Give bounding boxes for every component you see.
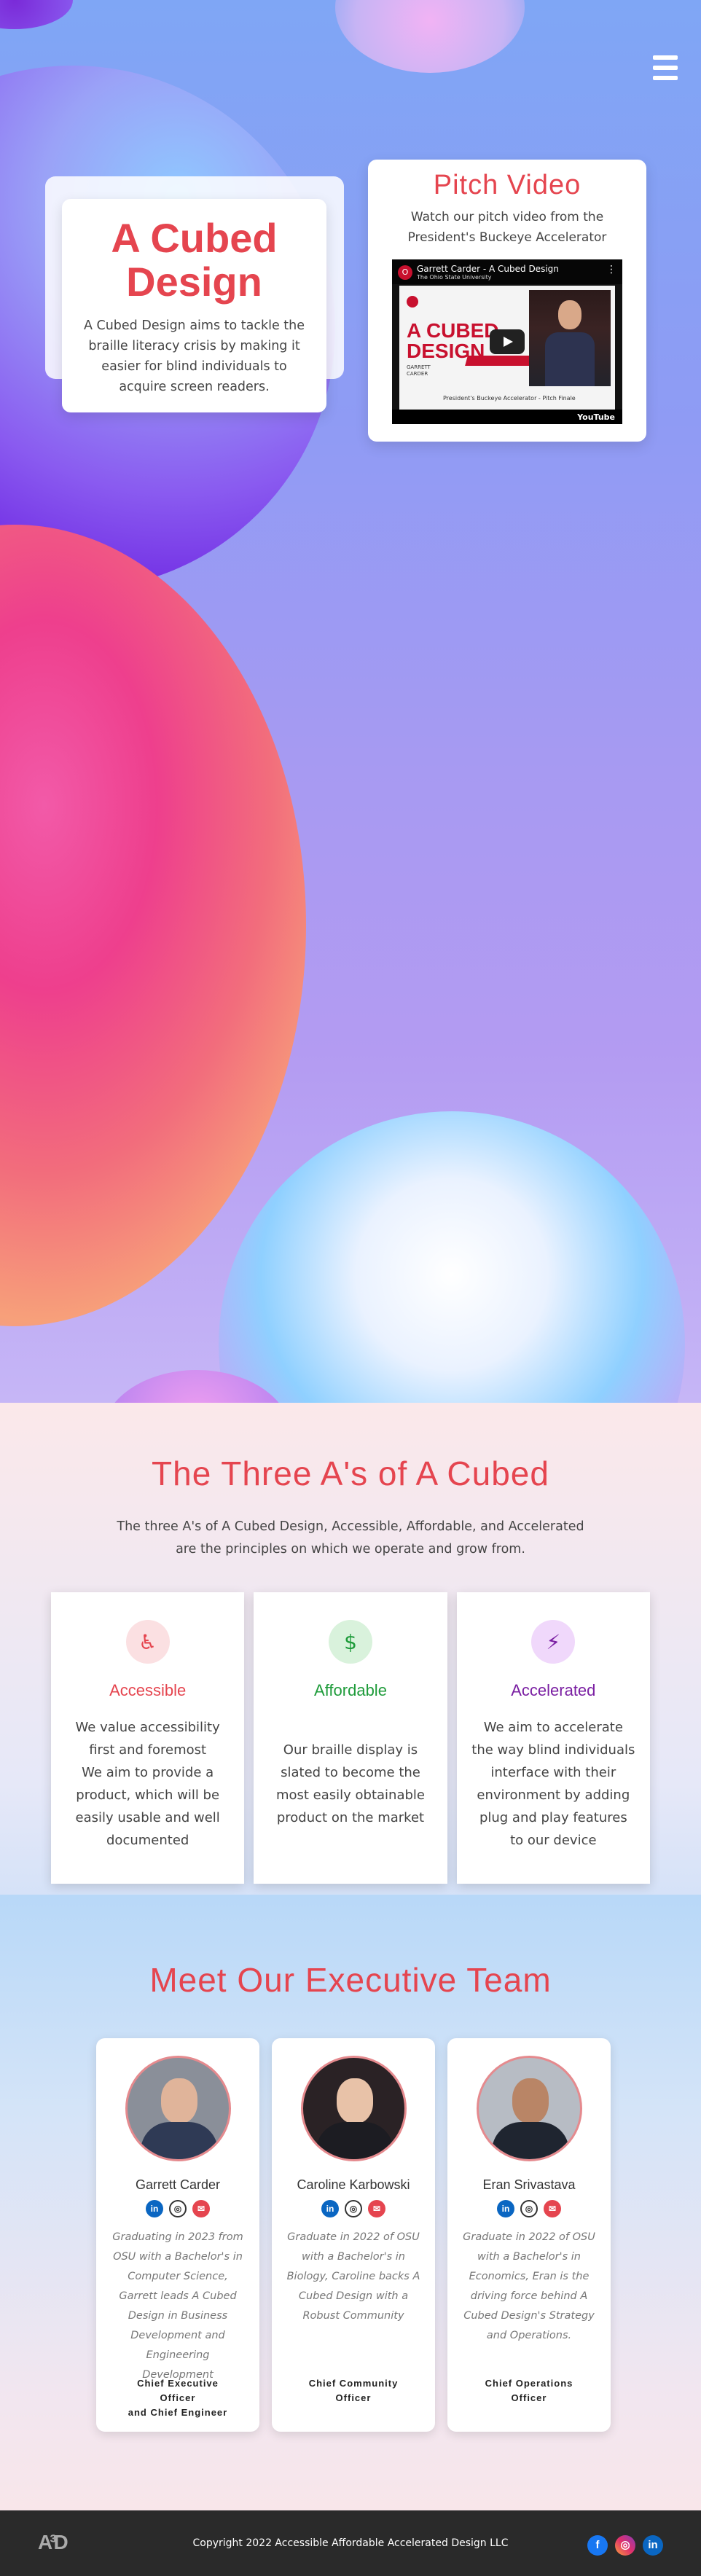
accessibility-icon: ♿︎ bbox=[125, 1620, 170, 1664]
principle-description: We aim to accelerate the way blind indiv… bbox=[471, 1720, 635, 1848]
member-social-links: in ◎ ✉ bbox=[272, 2200, 435, 2217]
avatar bbox=[476, 2056, 582, 2161]
hero-section: A Cubed Design A Cubed Design aims to ta… bbox=[0, 0, 701, 1403]
intro-card: A Cubed Design A Cubed Design aims to ta… bbox=[62, 199, 326, 412]
university-logo-icon bbox=[407, 296, 418, 308]
globe-icon[interactable]: ◎ bbox=[169, 2200, 187, 2217]
member-name: Caroline Karbowski bbox=[297, 2177, 410, 2192]
team-member-card: Garrett Carder in ◎ ✉ Graduating in 2023… bbox=[96, 2038, 259, 2432]
member-role: Chief Community Officer bbox=[308, 2378, 399, 2403]
channel-avatar-icon[interactable]: O bbox=[398, 265, 412, 280]
principles-cards: ♿︎ Accessible We value accessibility fir… bbox=[51, 1592, 650, 1884]
three-as-lead: The three A's of A Cubed Design, Accessi… bbox=[117, 1519, 584, 1557]
decorative-blob bbox=[0, 525, 306, 1326]
avatar bbox=[125, 2056, 231, 2161]
email-icon[interactable]: ✉ bbox=[368, 2200, 385, 2217]
linkedin-icon[interactable]: in bbox=[497, 2200, 514, 2217]
principle-card-accessible: ♿︎ Accessible We value accessibility fir… bbox=[51, 1592, 245, 1884]
email-icon[interactable]: ✉ bbox=[544, 2200, 561, 2217]
pitch-video-card: Pitch Video Watch our pitch video from t… bbox=[368, 160, 646, 442]
lightning-icon: ⚡︎ bbox=[531, 1620, 576, 1664]
avatar bbox=[300, 2056, 407, 2161]
site-title: A Cubed Design bbox=[111, 215, 278, 305]
member-name: Eran Srivastava bbox=[482, 2177, 576, 2192]
member-name: Garrett Carder bbox=[135, 2177, 221, 2192]
thumbnail-caption: President's Buckeye Accelerator - Pitch … bbox=[443, 395, 576, 402]
member-bio: Graduating in 2023 from OSU with a Bache… bbox=[112, 2231, 243, 2381]
linkedin-icon[interactable]: in bbox=[643, 2535, 663, 2556]
thumbnail-subtitle: GARRETT CARDER bbox=[407, 364, 431, 377]
member-bio: Graduate in 2022 of OSU with a Bachelor'… bbox=[286, 2231, 420, 2322]
principle-description: We value accessibility first and foremos… bbox=[75, 1720, 220, 1848]
principle-description: Our braille display is slated to become … bbox=[275, 1742, 425, 1825]
pitch-text: Watch our pitch video from the President… bbox=[407, 210, 607, 245]
more-options-icon[interactable]: ⋮ bbox=[606, 264, 616, 275]
hamburger-menu-icon[interactable] bbox=[653, 55, 678, 80]
footer: A³D Copyright 2022 Accessible Affordable… bbox=[0, 2510, 701, 2576]
team-cards: Garrett Carder in ◎ ✉ Graduating in 2023… bbox=[96, 2038, 611, 2432]
principle-title: Accelerated bbox=[511, 1681, 596, 1699]
member-role: Chief Operations Officer bbox=[485, 2378, 573, 2403]
three-as-title: The Three A's of A Cubed bbox=[152, 1455, 549, 1492]
site-description: A Cubed Design aims to tackle the braill… bbox=[83, 318, 305, 394]
team-member-card: Eran Srivastava in ◎ ✉ Graduate in 2022 … bbox=[447, 2038, 611, 2432]
video-title[interactable]: Garrett Carder - A Cubed Design bbox=[417, 264, 559, 274]
decorative-blob bbox=[219, 1111, 685, 1403]
money-icon: $ bbox=[328, 1620, 372, 1664]
facebook-icon[interactable]: f bbox=[587, 2535, 608, 2556]
pitch-title: Pitch Video bbox=[433, 170, 581, 200]
principle-title: Affordable bbox=[314, 1681, 387, 1699]
play-button[interactable] bbox=[490, 329, 525, 354]
video-channel[interactable]: The Ohio State University bbox=[417, 274, 616, 281]
instagram-icon[interactable]: ◎ bbox=[615, 2535, 635, 2556]
decorative-blob bbox=[335, 0, 525, 73]
youtube-logo-icon[interactable]: YouTube bbox=[577, 412, 615, 422]
email-icon[interactable]: ✉ bbox=[192, 2200, 210, 2217]
team-member-card: Caroline Karbowski in ◎ ✉ Graduate in 20… bbox=[272, 2038, 435, 2432]
team-title: Meet Our Executive Team bbox=[149, 1961, 552, 1999]
linkedin-icon[interactable]: in bbox=[146, 2200, 163, 2217]
globe-icon[interactable]: ◎ bbox=[520, 2200, 538, 2217]
principle-card-accelerated: ⚡︎ Accelerated We aim to accelerate the … bbox=[456, 1592, 650, 1884]
presenter-image bbox=[529, 290, 611, 386]
member-social-links: in ◎ ✉ bbox=[447, 2200, 611, 2217]
video-player[interactable]: A CUBED DESIGN GARRETT CARDER President'… bbox=[392, 259, 622, 424]
globe-icon[interactable]: ◎ bbox=[345, 2200, 362, 2217]
footer-social-links: f ◎ in bbox=[587, 2535, 663, 2556]
decorative-blob bbox=[0, 0, 73, 29]
member-social-links: in ◎ ✉ bbox=[96, 2200, 259, 2217]
principle-card-affordable: $ Affordable Our braille display is slat… bbox=[254, 1592, 447, 1884]
member-bio: Graduate in 2022 of OSU with a Bachelor'… bbox=[463, 2231, 595, 2341]
video-title-bar[interactable]: Garrett Carder - A Cubed Design The Ohio… bbox=[392, 259, 622, 284]
team-section: Meet Our Executive Team Garrett Carder i… bbox=[0, 1895, 701, 2507]
principle-title: Accessible bbox=[109, 1681, 187, 1699]
linkedin-icon[interactable]: in bbox=[321, 2200, 339, 2217]
